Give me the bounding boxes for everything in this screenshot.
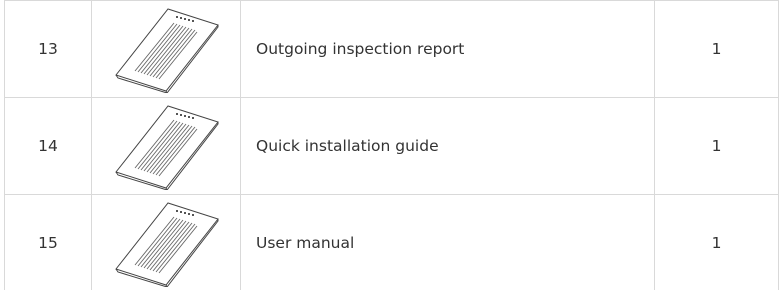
item-number: 14 [4, 97, 92, 195]
item-quantity: 1 [654, 97, 779, 195]
item-name: Outgoing inspection report [240, 0, 655, 98]
item-image-cell [91, 0, 241, 98]
item-quantity: 1 [654, 0, 779, 98]
item-image-cell [91, 97, 241, 195]
document-icon [115, 105, 219, 190]
table-row: 13 Outgoing inspection report 1 [4, 0, 779, 98]
item-image-cell [91, 194, 241, 290]
item-quantity: 1 [654, 194, 779, 290]
item-name: User manual [240, 194, 655, 290]
table-row: 14 Quick installation guide 1 [4, 97, 779, 195]
item-number: 15 [4, 194, 92, 290]
document-icon [115, 201, 219, 287]
document-icon [115, 8, 219, 93]
package-contents-table: 13 Outgoing inspection report 1 14 Quick… [4, 0, 779, 290]
item-name: Quick installation guide [240, 97, 655, 195]
table-row: 15 User manual 1 [4, 194, 779, 290]
item-number: 13 [4, 0, 92, 98]
